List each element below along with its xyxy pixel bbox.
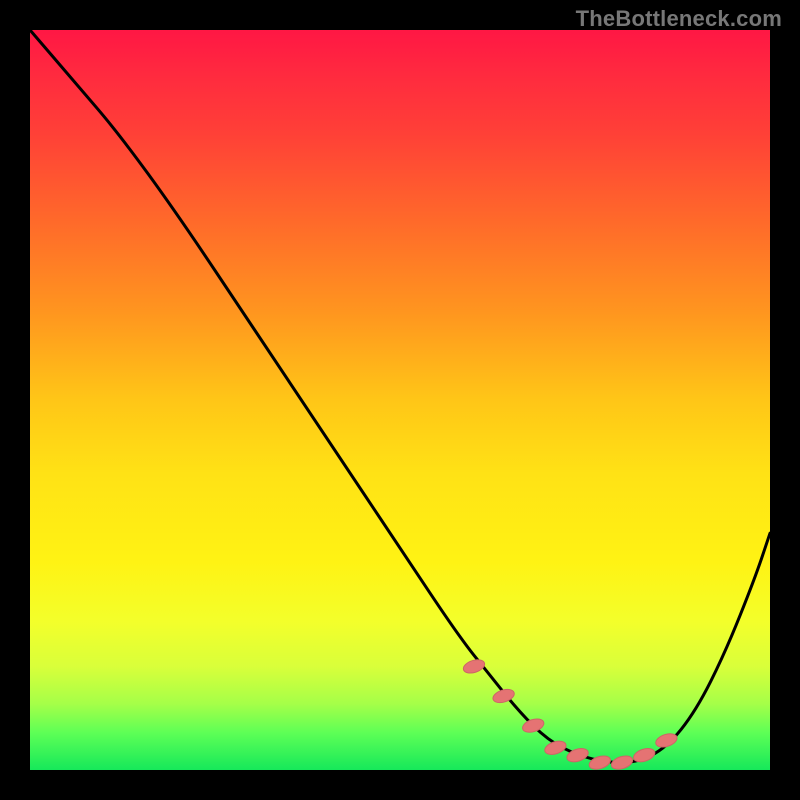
highlight-marker <box>543 739 568 757</box>
highlight-marker <box>587 753 612 771</box>
highlight-marker <box>462 657 487 675</box>
bottleneck-curve-svg <box>30 30 770 770</box>
highlight-marker <box>565 746 590 764</box>
watermark-text: TheBottleneck.com <box>576 6 782 32</box>
bottleneck-curve <box>30 30 770 763</box>
highlight-marker <box>610 753 635 771</box>
highlight-marker <box>654 731 679 749</box>
highlight-markers <box>462 657 679 771</box>
chart-frame: TheBottleneck.com <box>0 0 800 800</box>
plot-area <box>30 30 770 770</box>
